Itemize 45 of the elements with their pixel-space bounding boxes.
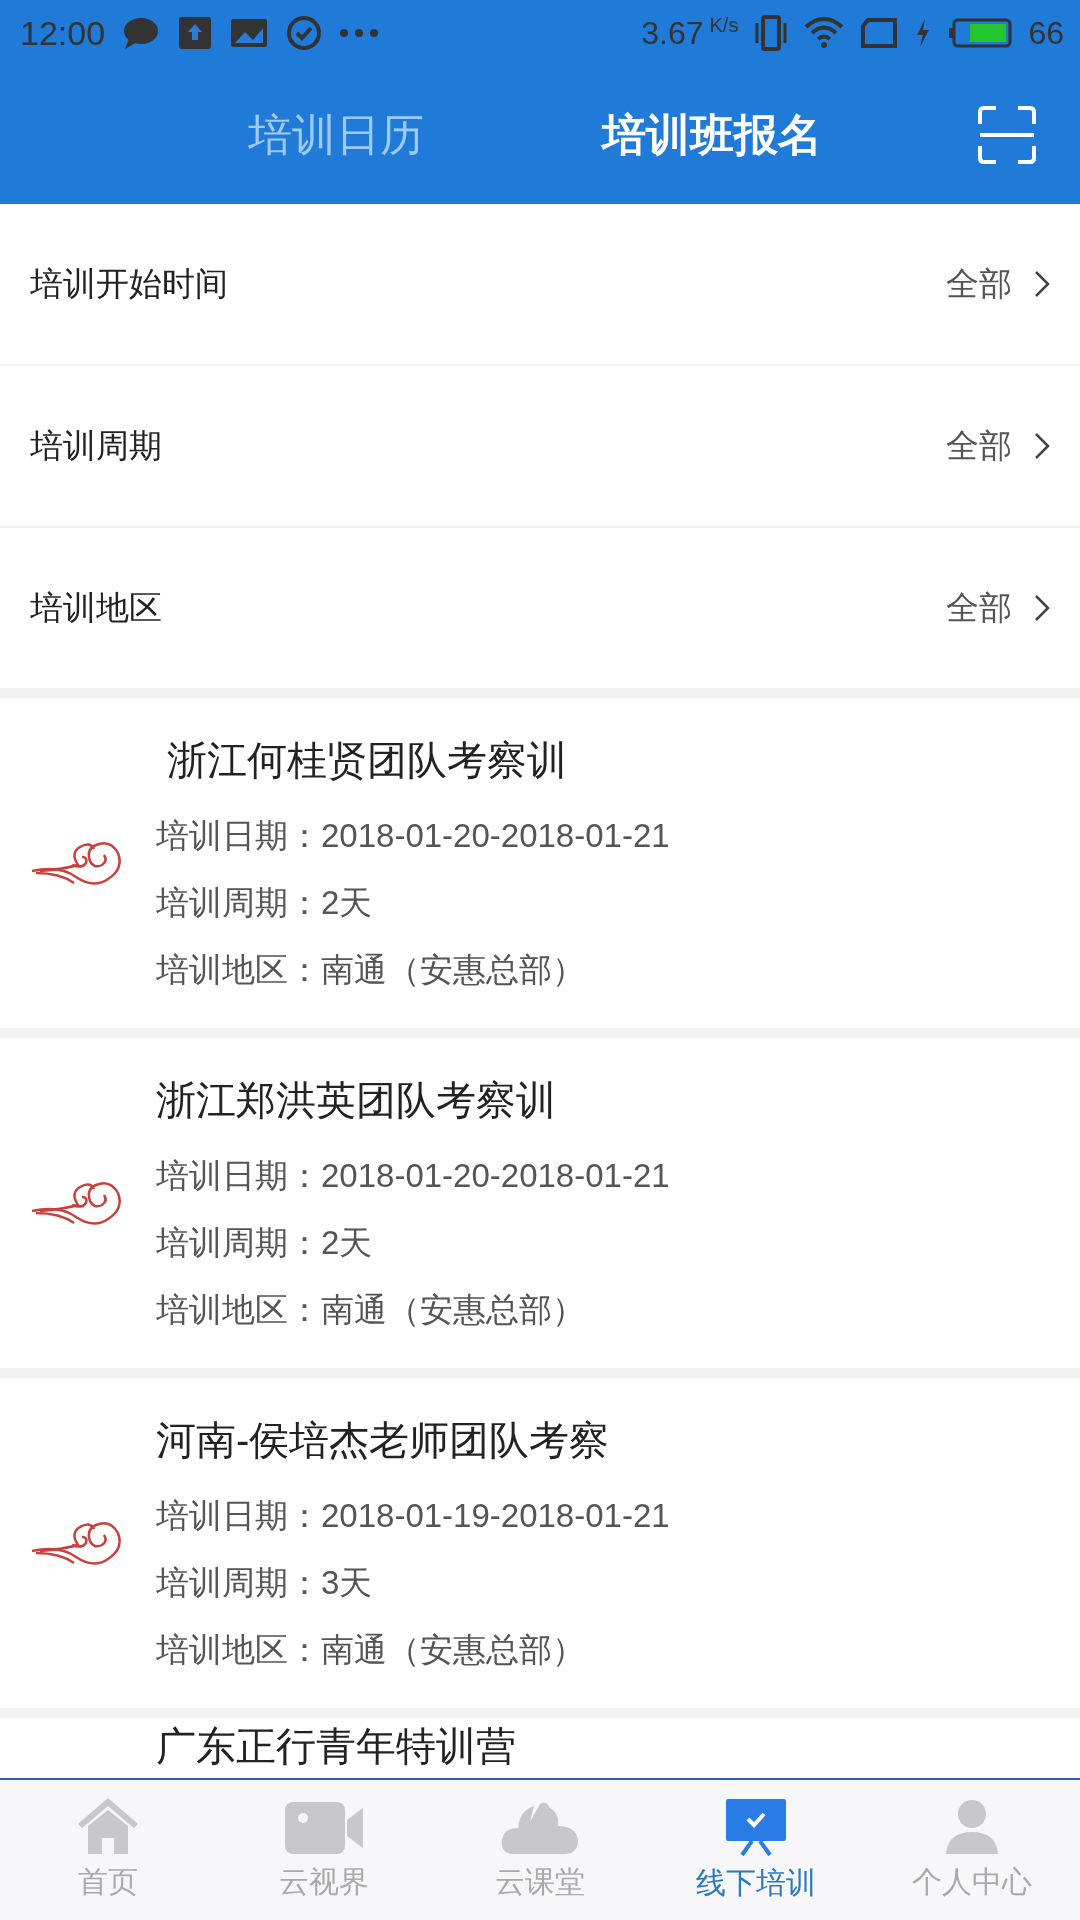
filter-value: 全部 — [946, 263, 1012, 304]
status-time: 12:00 — [20, 13, 106, 53]
course-date: 培训日期：2018-01-19-2018-01-21 — [156, 1496, 670, 1536]
course-region: 培训地区：南通（安惠总部） — [156, 950, 586, 990]
network-speed: 3.67 $^{K/s}$ — [641, 14, 739, 52]
image-icon — [229, 16, 270, 50]
chevron-right-icon — [1034, 594, 1050, 622]
home-icon — [76, 1797, 140, 1856]
chevron-right-icon — [1034, 270, 1050, 298]
presentation-board-icon — [724, 1796, 788, 1857]
course-card[interactable]: 河南-侯培杰老师团队考察 培训日期：2018-01-19-2018-01-21 培训周期：3天 培训地区：南通（安惠总部） — [0, 1378, 1080, 1708]
upload-icon — [177, 15, 214, 51]
course-card[interactable]: 浙江郑洪英团队考察训 培训日期：2018-01-20-2018-01-21 培训周期：2天 培训地区：南通（安惠总部） — [0, 1038, 1080, 1368]
course-title: 浙江郑洪英团队考察训 — [156, 1077, 557, 1124]
more-icon — [339, 28, 380, 38]
course-duration: 培训周期：2天 — [156, 1223, 374, 1263]
filter-row[interactable]: 培训地区 全部 — [0, 528, 1080, 688]
filter-row[interactable]: 培训周期 全部 — [0, 366, 1080, 526]
battery-icon — [948, 17, 1013, 49]
course-card[interactable]: 浙江何桂贤团队考察训 培训日期：2018-01-20-2018-01-21 培训周期：2天 培训地区：南通（安惠总部） — [0, 698, 1080, 1028]
tab[interactable]: 培训班报名 — [574, 95, 850, 175]
course-duration: 培训周期：2天 — [156, 883, 374, 923]
scan-icon[interactable] — [978, 106, 1036, 164]
course-region: 培训地区：南通（安惠总部） — [156, 1290, 586, 1330]
course-date: 培训日期：2018-01-20-2018-01-21 — [156, 816, 670, 856]
filter-value: 全部 — [946, 587, 1012, 628]
course-title: 广东正行青年特训营 — [156, 1723, 516, 1770]
vibrate-icon — [754, 15, 789, 51]
sim-card-icon — [860, 17, 899, 49]
filter-value: 全部 — [946, 425, 1012, 466]
battery-percent: 66 — [1028, 14, 1064, 52]
chevron-right-icon — [1034, 432, 1050, 460]
course-duration: 培训周期：3天 — [156, 1563, 374, 1603]
course-card[interactable]: 广东正行青年特训营 — [0, 1718, 1080, 1778]
course-title: 浙江何桂贤团队考察训 — [166, 737, 569, 784]
filter-label: 培训开始时间 — [30, 263, 229, 304]
wifi-icon — [804, 17, 845, 49]
course-region: 培训地区：南通（安惠总部） — [156, 1630, 586, 1670]
course-title: 河南-侯培杰老师团队考察 — [156, 1417, 611, 1464]
filter-label: 培训地区 — [30, 587, 163, 628]
check-circle-icon — [285, 14, 324, 52]
course-date: 培训日期：2018-01-20-2018-01-21 — [156, 1156, 670, 1196]
filter-label: 培训周期 — [30, 425, 163, 466]
filter-row[interactable]: 培训开始时间 全部 — [0, 204, 1080, 364]
nav-item[interactable]: 线下培训 — [648, 1780, 864, 1920]
